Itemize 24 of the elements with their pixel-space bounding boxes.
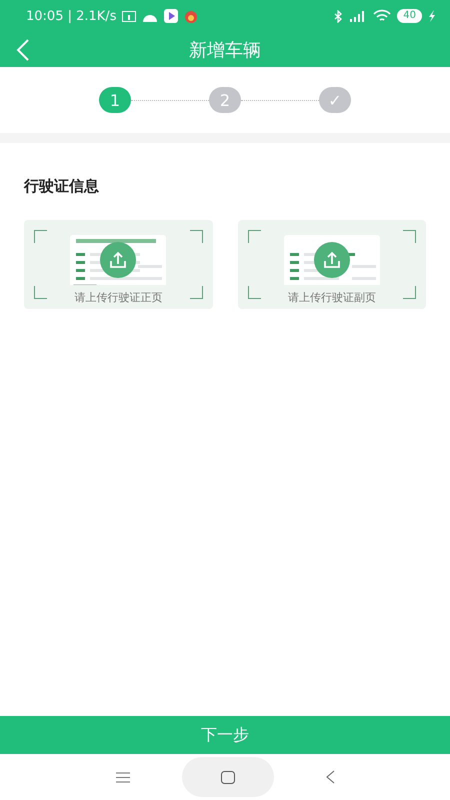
step-indicator: 2 xyxy=(209,87,241,113)
status-time: 10:05 | 2.1K/s xyxy=(26,8,116,24)
upload-card[interactable]: 请上传行驶证副页 xyxy=(238,220,426,309)
video-app-icon xyxy=(164,9,178,23)
page-title: 新增车辆 xyxy=(189,38,261,62)
back-nav-icon[interactable] xyxy=(326,770,334,784)
charging-icon xyxy=(428,10,436,22)
bluetooth-icon xyxy=(333,10,344,22)
section-title: 行驶证信息 xyxy=(24,177,100,196)
step-indicator: ✓ xyxy=(319,87,351,113)
next-step-button[interactable]: 下一步 xyxy=(0,716,450,754)
step-indicator: 1 xyxy=(99,87,131,113)
back-icon[interactable] xyxy=(16,39,30,61)
upload-label: 请上传行驶证副页 xyxy=(288,290,376,305)
calendar-icon xyxy=(122,10,136,22)
battery-indicator: 40 xyxy=(397,9,422,23)
home-icon xyxy=(220,770,234,784)
wifi-icon xyxy=(373,9,392,23)
upload-card[interactable]: 请上传行驶证正页 xyxy=(24,220,212,309)
upload-label: 请上传行驶证正页 xyxy=(74,290,162,305)
game-app-icon xyxy=(184,9,198,23)
upload-icon xyxy=(100,242,136,278)
upload-icon xyxy=(314,242,350,278)
menu-icon[interactable] xyxy=(116,772,130,782)
